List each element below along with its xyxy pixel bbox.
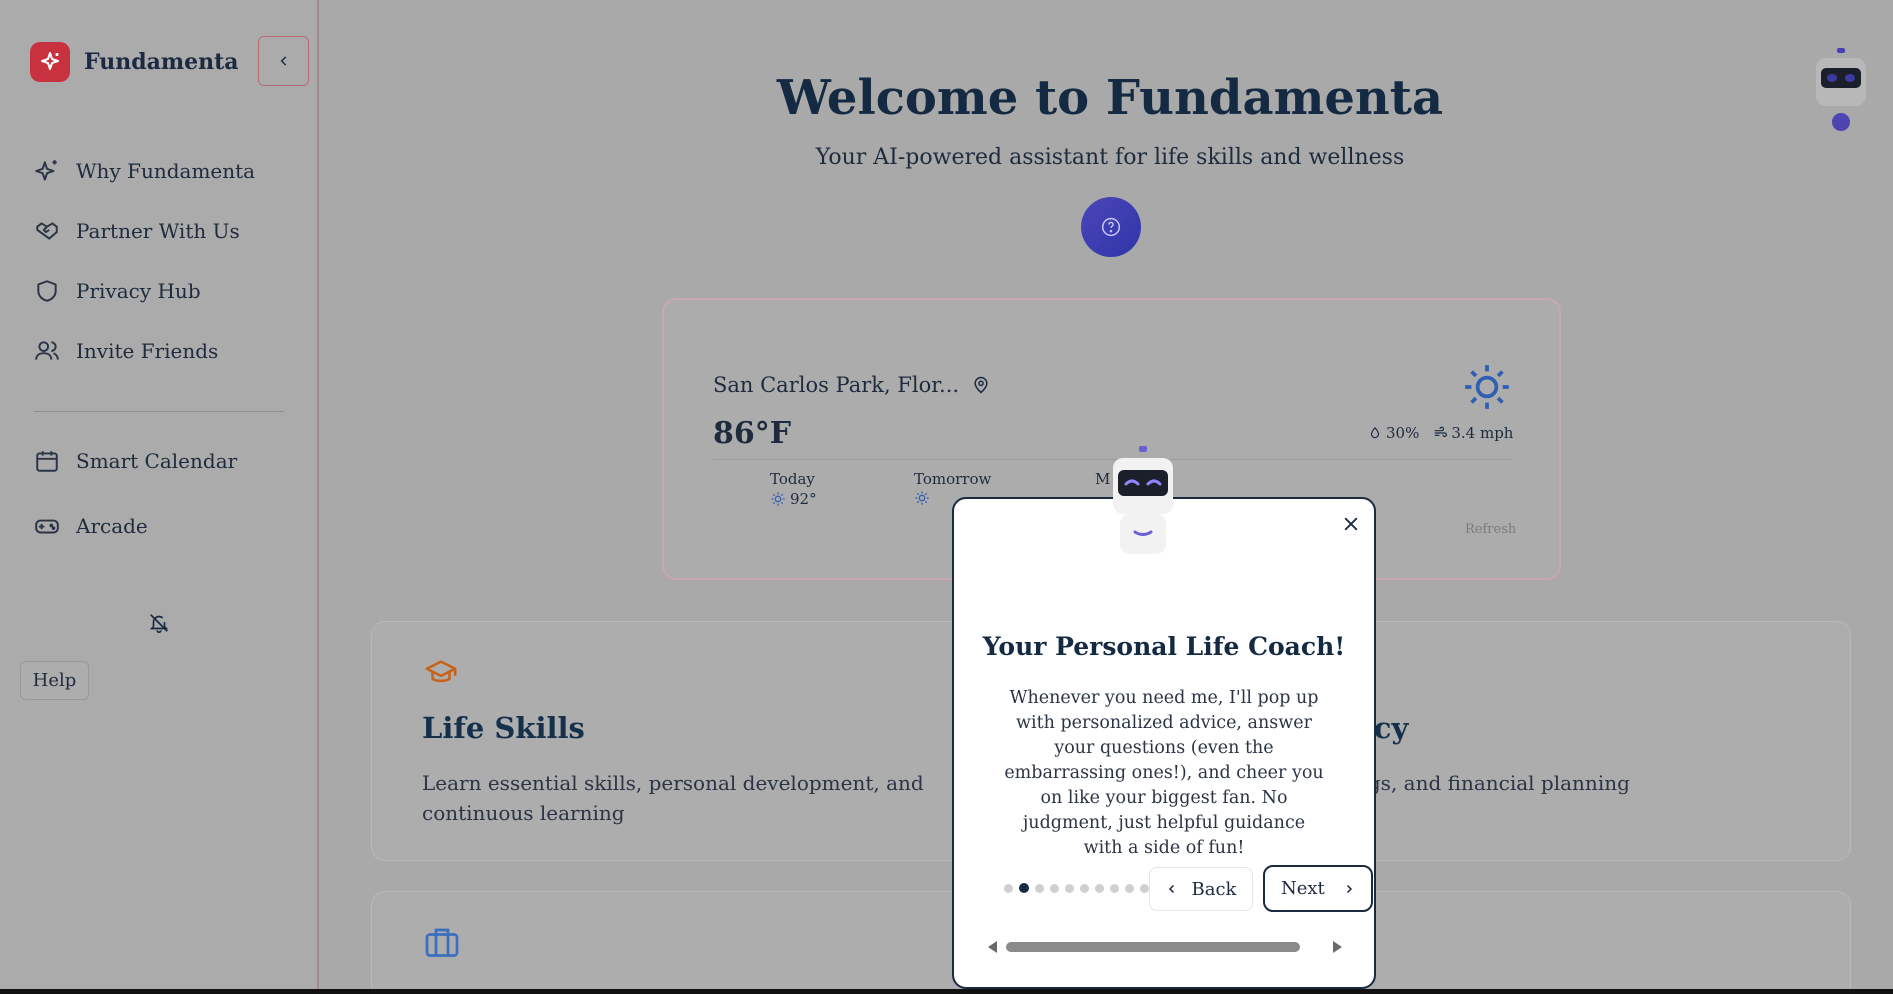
forecast-high: 92°: [790, 490, 817, 508]
step-dot[interactable]: [1080, 883, 1089, 893]
back-label: Back: [1191, 878, 1237, 900]
sun-icon: [771, 492, 785, 506]
robot-coach-icon: [1113, 446, 1173, 554]
weather-stats: 30% 3.4 mph: [1368, 424, 1513, 442]
step-dot[interactable]: [1065, 883, 1074, 893]
brand[interactable]: Fundamenta: [30, 42, 239, 82]
briefcase-icon: [425, 928, 459, 957]
sun-icon: [915, 491, 929, 505]
chevron-left-icon: [1168, 884, 1174, 894]
question-button[interactable]: [1081, 197, 1141, 257]
sidebar-item-label: Arcade: [76, 514, 148, 538]
sidebar-divider: [34, 411, 284, 412]
next-button[interactable]: Next: [1263, 865, 1373, 912]
sidebar-item-label: Privacy Hub: [76, 279, 201, 303]
map-pin-icon: [974, 376, 988, 394]
tutorial-modal: Your Personal Life Coach! Whenever you n…: [952, 497, 1376, 989]
card-description: Learn essential skills, personal develop…: [422, 771, 924, 825]
next-label: Next: [1281, 878, 1325, 899]
users-icon: [35, 341, 59, 360]
sidebar: Fundamenta Why Fundamenta Partner With U…: [0, 0, 319, 994]
brand-logo-icon: [30, 42, 70, 82]
card-title: Life Skills: [422, 711, 585, 745]
robot-assistant-icon[interactable]: [1812, 46, 1870, 132]
sidebar-item-arcade[interactable]: Arcade: [34, 513, 148, 539]
step-dot[interactable]: [1050, 883, 1059, 893]
sidebar-item-label: Invite Friends: [76, 339, 219, 363]
scroll-left-arrow-icon[interactable]: [988, 941, 998, 953]
card-description: ngs, and financial planning: [1355, 771, 1630, 795]
humidity-value: 30%: [1386, 424, 1420, 442]
wind-value: 3.4 mph: [1451, 424, 1514, 442]
forecast-day-name: Tomorrow: [914, 470, 992, 488]
brand-name: Fundamenta: [84, 49, 239, 75]
chevron-left-icon: [280, 56, 286, 66]
weather-location-label: San Carlos Park, Flor...: [713, 373, 960, 397]
weather-temperature: 86°F: [713, 416, 792, 451]
graduation-cap-icon: [425, 660, 457, 683]
sidebar-item-invite-friends[interactable]: Invite Friends: [34, 338, 218, 364]
collapse-sidebar-button[interactable]: [258, 36, 309, 86]
step-dot[interactable]: [1095, 883, 1104, 893]
back-button[interactable]: Back: [1149, 867, 1253, 911]
step-dot-active[interactable]: [1019, 883, 1029, 893]
step-dot[interactable]: [1110, 883, 1119, 893]
scroll-right-arrow-icon[interactable]: [1332, 941, 1342, 953]
step-dot[interactable]: [1004, 883, 1013, 893]
droplet-icon: [1370, 426, 1380, 439]
step-dot[interactable]: [1140, 883, 1149, 893]
refresh-button[interactable]: Refresh: [1465, 522, 1516, 537]
bell-off-icon[interactable]: [148, 612, 170, 634]
sidebar-item-partner[interactable]: Partner With Us: [34, 218, 240, 244]
question-circle-icon: [1101, 217, 1121, 237]
step-indicator: [1004, 883, 1149, 893]
forecast-day-name: Today: [770, 470, 815, 488]
sidebar-item-why-fundamenta[interactable]: Why Fundamenta: [34, 158, 255, 184]
window-bottom-edge: [0, 989, 1893, 994]
page-subtitle: Your AI-powered assistant for life skill…: [815, 145, 1405, 170]
humidity-stat: 30%: [1368, 424, 1419, 442]
modal-body: Whenever you need me, I'll pop up with p…: [1004, 688, 1324, 858]
sidebar-item-smart-calendar[interactable]: Smart Calendar: [34, 448, 237, 474]
horizontal-scrollbar[interactable]: [988, 940, 1342, 954]
wind-icon: [1435, 426, 1448, 438]
page-title: Welcome to Fundamenta: [776, 70, 1444, 126]
sidebar-item-label: Partner With Us: [76, 219, 240, 243]
scrollbar-thumb[interactable]: [1006, 942, 1300, 952]
handshake-icon: [36, 222, 58, 240]
sidebar-item-label: Smart Calendar: [76, 449, 238, 473]
chevron-right-icon: [1346, 884, 1352, 893]
sparkles-icon: [35, 160, 57, 181]
sidebar-item-privacy-hub[interactable]: Privacy Hub: [34, 278, 201, 304]
calendar-icon: [36, 451, 58, 472]
weather-location[interactable]: San Carlos Park, Flor...: [713, 373, 991, 397]
wind-stat: 3.4 mph: [1433, 424, 1513, 442]
modal-title: Your Personal Life Coach!: [982, 632, 1346, 661]
forecast-day: Today 92°: [770, 470, 817, 508]
sun-icon: [1465, 365, 1509, 409]
gamepad-icon: [35, 519, 59, 534]
step-dot[interactable]: [1125, 883, 1134, 893]
step-dot[interactable]: [1035, 883, 1044, 893]
close-icon[interactable]: [1341, 514, 1361, 534]
help-button[interactable]: Help: [20, 661, 89, 700]
shield-icon: [37, 280, 57, 302]
sidebar-item-label: Why Fundamenta: [76, 159, 256, 183]
